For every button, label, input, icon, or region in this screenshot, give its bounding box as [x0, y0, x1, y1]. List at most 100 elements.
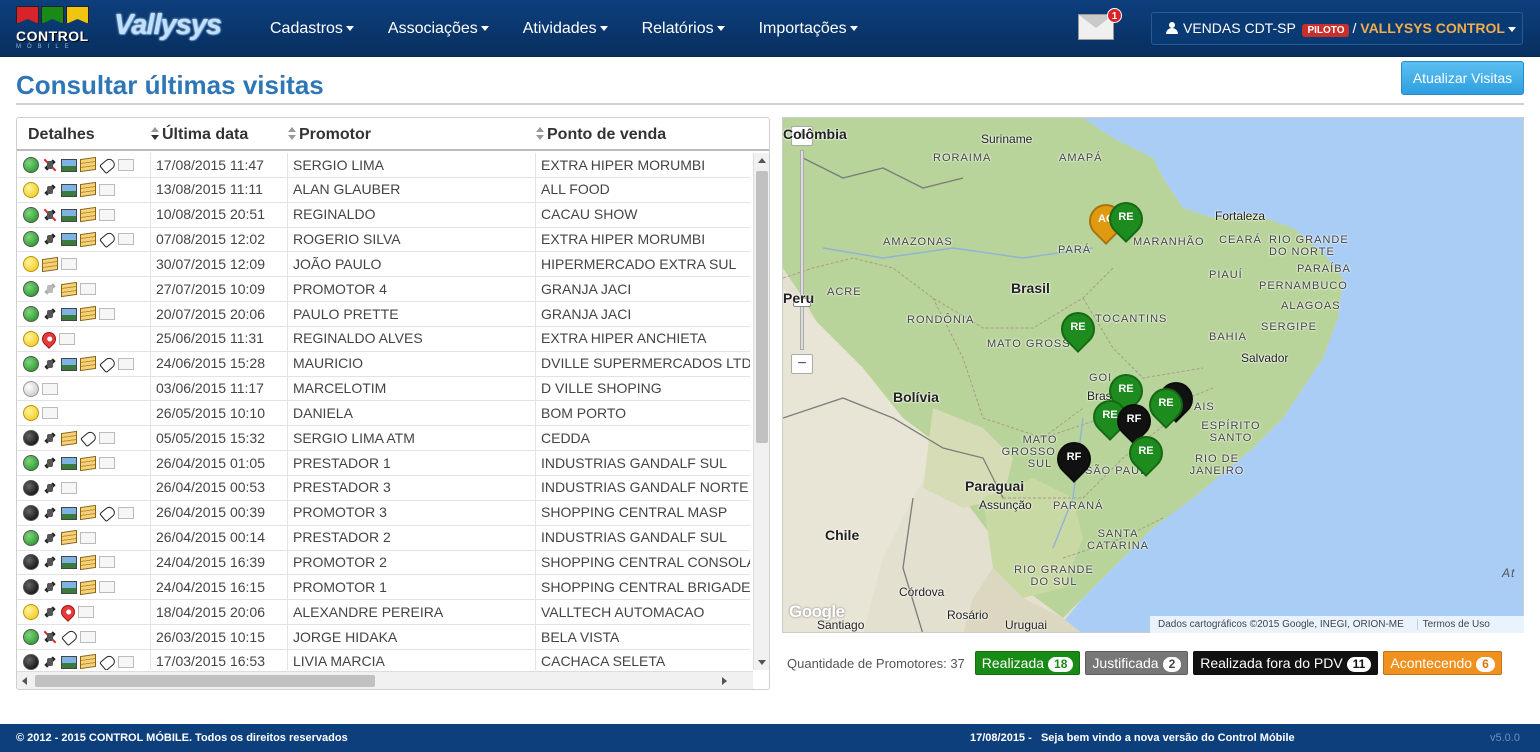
notes-icon[interactable] — [80, 356, 96, 372]
tag-icon[interactable] — [99, 654, 115, 670]
notes-icon[interactable] — [80, 505, 96, 521]
table-row[interactable]: 20/07/2015 20:06 PAULO PRETTE GRANJA JACI — [17, 301, 750, 327]
satellite-icon[interactable] — [42, 455, 58, 471]
satellite-icon[interactable] — [42, 505, 58, 521]
scrollbar-thumb[interactable] — [35, 675, 375, 687]
column-header-last-date[interactable]: Última data — [151, 118, 288, 151]
document-icon[interactable] — [80, 283, 96, 296]
photo-icon[interactable] — [61, 506, 77, 520]
notes-icon[interactable] — [42, 256, 58, 272]
tag-icon[interactable] — [99, 356, 115, 372]
photo-icon[interactable] — [61, 457, 77, 471]
tag-icon[interactable] — [80, 430, 96, 446]
scroll-up-icon[interactable] — [758, 158, 766, 163]
column-header-pdv[interactable]: Ponto de venda — [536, 118, 750, 151]
table-row[interactable]: 03/06/2015 11:17 MARCELOTIM D VILLE SHOPIN… — [17, 376, 750, 402]
document-icon[interactable] — [99, 556, 115, 569]
document-icon[interactable] — [59, 332, 75, 345]
table-row[interactable]: 26/03/2015 10:15 JORGE HIDAKA BELA VISTA — [17, 624, 750, 650]
table-row[interactable]: 07/08/2015 12:02 ROGERIO SILVA EXTRA HIPER… — [17, 227, 750, 253]
update-visits-button[interactable]: Atualizar Visitas — [1401, 61, 1524, 95]
photo-icon[interactable] — [61, 556, 77, 570]
satellite-off-icon[interactable] — [42, 157, 58, 173]
notes-icon[interactable] — [61, 529, 77, 546]
document-icon[interactable] — [99, 581, 115, 594]
document-icon[interactable] — [118, 158, 134, 171]
document-icon[interactable] — [42, 407, 58, 420]
photo-icon[interactable] — [61, 183, 77, 197]
google-logo[interactable]: Google — [789, 602, 845, 622]
satellite-icon[interactable] — [42, 480, 58, 496]
table-row[interactable]: 26/04/2015 00:39 PROMOTOR 3 SHOPPING CENTR… — [17, 500, 750, 526]
satellite-icon[interactable] — [42, 654, 58, 670]
notes-icon[interactable] — [80, 306, 96, 322]
notes-icon[interactable] — [61, 281, 77, 297]
zoom-slider-track[interactable] — [800, 150, 804, 350]
satellite-icon[interactable] — [42, 579, 58, 595]
scroll-left-icon[interactable] — [22, 677, 27, 685]
legend-justificada[interactable]: Justificada 2 — [1085, 651, 1189, 675]
satellite-icon[interactable] — [42, 604, 58, 620]
notes-icon[interactable] — [80, 231, 96, 248]
document-icon[interactable] — [61, 258, 77, 271]
tag-icon[interactable] — [99, 505, 115, 521]
satellite-icon[interactable] — [42, 306, 58, 322]
legend-realizada-fora-pdv[interactable]: Realizada fora do PDV 11 — [1193, 651, 1379, 675]
satellite-off-icon[interactable] — [42, 207, 58, 223]
photo-icon[interactable] — [61, 581, 77, 595]
map-marker-re[interactable]: RE — [1141, 380, 1191, 434]
menu-importacoes[interactable]: Importações — [759, 0, 858, 57]
map-marker-rf[interactable]: RF — [1049, 434, 1099, 488]
notes-icon[interactable] — [80, 554, 96, 571]
zoom-out-button[interactable]: − — [791, 354, 813, 374]
control-mobile-logo[interactable]: CONTROL MÓBILE — [16, 6, 92, 51]
column-header-promoter[interactable]: Promotor — [288, 118, 536, 151]
legend-acontecendo[interactable]: Acontecendo 6 — [1383, 651, 1502, 675]
satellite-icon[interactable] — [42, 554, 58, 570]
photo-icon[interactable] — [61, 158, 77, 172]
scroll-right-icon[interactable] — [722, 677, 727, 685]
table-row[interactable]: 05/05/2015 15:32 SERGIO LIMA ATM CEDDA — [17, 425, 750, 452]
table-row[interactable]: 25/06/2015 11:31 REGINALDO ALVES EXTRA HIP… — [17, 326, 750, 352]
column-header-details[interactable]: Detalhes — [17, 118, 151, 151]
location-pin-icon[interactable] — [58, 602, 78, 623]
satellite-icon[interactable] — [42, 182, 58, 198]
map-marker-re[interactable]: RE — [1101, 194, 1151, 248]
document-icon[interactable] — [99, 432, 115, 445]
legend-realizada[interactable]: Realizada 18 — [974, 651, 1081, 675]
photo-icon[interactable] — [61, 208, 77, 222]
satellite-off-icon[interactable] — [42, 629, 58, 645]
notes-icon[interactable] — [80, 654, 96, 670]
scroll-down-icon[interactable] — [758, 660, 766, 665]
visits-map[interactable]: + − Colômbia Suriname RORAIMA AMAPÁ AMAZ… — [782, 117, 1524, 633]
table-row[interactable]: 24/04/2015 16:15 PROMOTOR 1 SHOPPING CENTR… — [17, 574, 750, 601]
notes-icon[interactable] — [80, 157, 96, 173]
notes-icon[interactable] — [80, 206, 96, 223]
table-row[interactable]: 13/08/2015 11:11 ALAN GLAUBER ALL FOOD — [17, 177, 750, 203]
document-icon[interactable] — [118, 357, 134, 370]
satellite-icon[interactable] — [42, 356, 58, 372]
satellite-icon[interactable] — [42, 530, 58, 546]
menu-cadastros[interactable]: Cadastros — [270, 0, 354, 57]
notes-icon[interactable] — [80, 455, 96, 471]
document-icon[interactable] — [99, 208, 115, 221]
table-row[interactable]: 26/04/2015 00:53 PRESTADOR 3 INDUSTRIAS GA… — [17, 475, 750, 501]
table-row[interactable]: 24/06/2015 15:28 MAURICIO DVILLE SUPERMERC… — [17, 351, 750, 377]
photo-icon[interactable] — [61, 357, 77, 371]
table-row[interactable]: 18/04/2015 20:06 ALEXANDRE PEREIRA VALLTEC… — [17, 599, 750, 626]
map-terms-link[interactable]: Termos de Uso — [1416, 619, 1490, 630]
notes-icon[interactable] — [80, 182, 96, 198]
document-icon[interactable] — [99, 183, 115, 196]
document-icon[interactable] — [118, 506, 134, 519]
satellite-icon[interactable] — [42, 231, 58, 247]
document-icon[interactable] — [80, 630, 96, 643]
menu-relatorios[interactable]: Relatórios — [642, 0, 725, 57]
table-row[interactable]: 30/07/2015 12:09 JOÃO PAULO HIPERMERCADO E… — [17, 251, 750, 278]
photo-icon[interactable] — [61, 655, 77, 669]
map-marker-re[interactable]: RE — [1121, 428, 1171, 482]
table-row[interactable]: 24/04/2015 16:39 PROMOTOR 2 SHOPPING CENTR… — [17, 550, 750, 576]
tag-icon[interactable] — [99, 231, 115, 247]
table-row[interactable]: 27/07/2015 10:09 PROMOTOR 4 GRANJA JACI — [17, 276, 750, 303]
notes-icon[interactable] — [61, 430, 77, 446]
document-icon[interactable] — [99, 307, 115, 320]
